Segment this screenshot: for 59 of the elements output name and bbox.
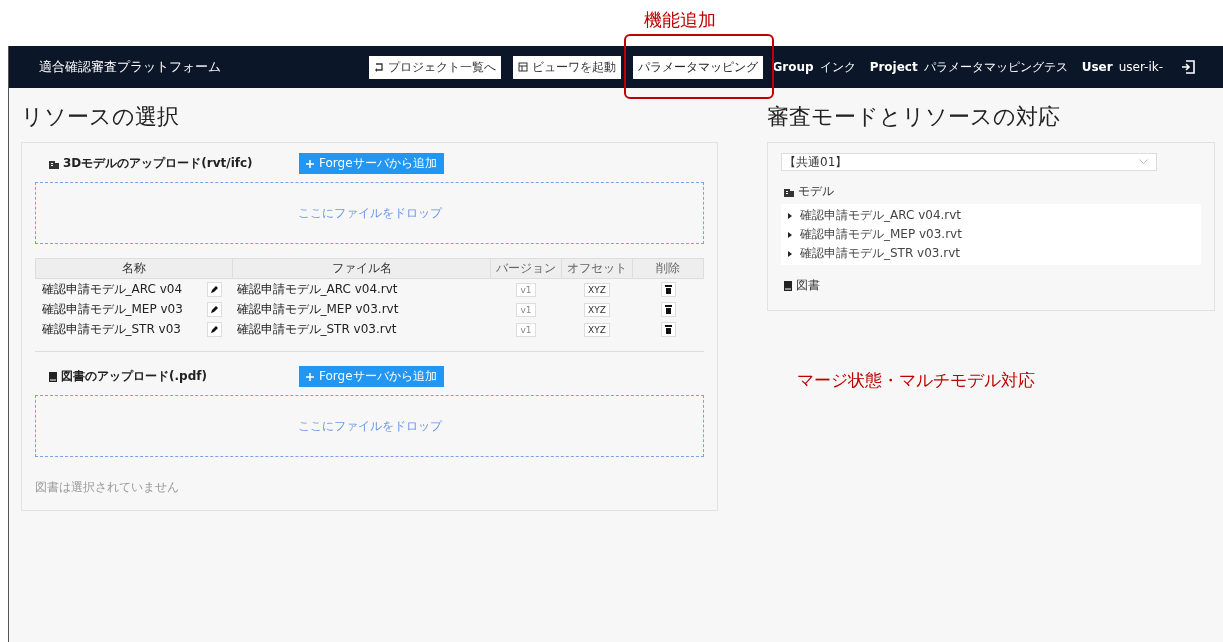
logout-icon[interactable] (1181, 60, 1195, 74)
edit-button[interactable] (206, 281, 222, 297)
building-icon (784, 186, 794, 197)
column-header: 名称 (35, 258, 233, 279)
offset-button[interactable]: XYZ (584, 302, 610, 317)
return-icon (374, 62, 384, 72)
info-label: Project (869, 60, 918, 74)
column-header: 削除 (632, 258, 704, 279)
book-icon (784, 280, 792, 291)
column-header: オフセット (561, 258, 633, 279)
building-icon (49, 158, 59, 169)
mode-select[interactable]: 【共通01】 (781, 153, 1157, 171)
table-cell-text: 確認申請モデル_MEP v03.rvt (235, 300, 400, 318)
plus-icon (306, 159, 314, 168)
offset-button[interactable]: XYZ (584, 282, 610, 297)
table-cell-text: 確認申請モデル_MEP v03 (40, 300, 184, 318)
nav-button[interactable]: ビューワを起動 (513, 55, 621, 79)
app-title: 適合確認審査プラットフォーム (39, 58, 222, 76)
book-icon (49, 371, 57, 382)
section-heading: 3Dモデルのアップロード(rvt/ifc) (63, 155, 253, 172)
table-cell: 確認申請モデル_ARC v04.rvt (232, 278, 491, 299)
section-heading: モデル (798, 183, 834, 200)
window-icon (518, 62, 528, 72)
info-label: Group (772, 60, 814, 74)
annotation-note: マージ状態・マルチモデル対応 (797, 369, 1036, 392)
delete-button[interactable] (660, 321, 676, 337)
empty-message: 図書は選択されていません (35, 479, 180, 496)
info-value: user-ik- (1118, 60, 1163, 74)
edit-button[interactable] (206, 301, 222, 317)
table-cell-text: 確認申請モデル_STR v03.rvt (235, 320, 398, 338)
model-tree-item[interactable]: 確認申請モデル_MEP v03.rvt (781, 225, 1201, 244)
page-heading: リソースの選択 (21, 103, 180, 128)
edit-button[interactable] (206, 321, 222, 337)
nav-button[interactable]: パラメータマッピング (633, 55, 763, 79)
annotation-label: 機能追加 (644, 8, 716, 32)
caret-icon (787, 212, 793, 219)
trash-icon (664, 284, 672, 294)
table-cell-text: 確認申請モデル_STR v03 (40, 320, 182, 338)
plus-icon (306, 372, 314, 381)
caret-icon (787, 231, 793, 238)
nav-button[interactable]: プロジェクト一覧へ (369, 55, 501, 79)
info-value: インク (819, 58, 856, 76)
caret-icon (787, 250, 793, 257)
model-tree-item[interactable]: 確認申請モデル_STR v03.rvt (781, 244, 1201, 263)
offset-button[interactable]: XYZ (584, 322, 610, 337)
model-tree-item[interactable]: 確認申請モデル_ARC v04.rvt (781, 206, 1201, 225)
table-cell: 確認申請モデル_ARC v04 (35, 278, 207, 299)
delete-button[interactable] (660, 301, 676, 317)
trash-icon (664, 304, 672, 314)
column-header: バージョン (490, 258, 562, 279)
page-heading: 審査モードとリソースの対応 (767, 103, 1061, 128)
section-heading: 図書 (796, 277, 820, 294)
info-value: パラメータマッピングテス (923, 58, 1068, 76)
chevron-down-icon (1139, 159, 1148, 165)
trash-icon (664, 324, 672, 334)
delete-button[interactable] (660, 281, 676, 297)
column-header: ファイル名 (232, 258, 491, 279)
section-heading: 図書のアップロード(.pdf) (61, 368, 207, 385)
info-label: User (1081, 60, 1113, 74)
